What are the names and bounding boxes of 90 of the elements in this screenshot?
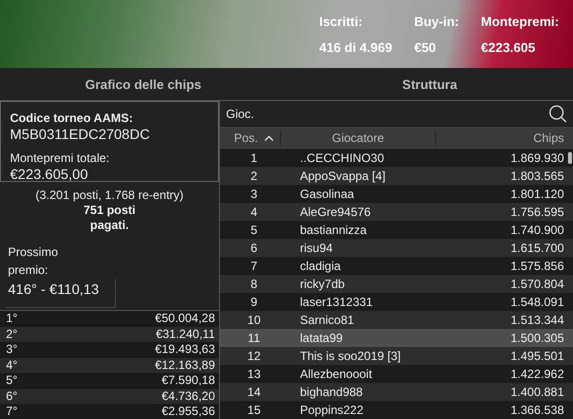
prize-amount: €2.955,36 bbox=[162, 404, 215, 419]
table-cell-text: 7 bbox=[250, 258, 258, 275]
table-cell-text: AleGre94576 bbox=[299, 204, 372, 221]
table-cell-text: bastiannizza bbox=[299, 222, 368, 239]
table-cell-text: Poppins222 bbox=[299, 402, 364, 419]
table-cell-text: cladigia bbox=[299, 258, 342, 275]
prize-place: 3° bbox=[6, 342, 18, 358]
next-prize-label: Prossimo premio: bbox=[8, 244, 60, 279]
column-header[interactable]: Giocatore bbox=[280, 131, 436, 146]
prize-place: 7° bbox=[6, 404, 18, 419]
places-note: (3.201 posti, 1.768 re-entry) bbox=[34, 188, 185, 203]
stat-label: Iscritti: bbox=[319, 14, 364, 29]
table-cell-text: 12 bbox=[246, 348, 262, 365]
caret-icon[interactable] bbox=[264, 135, 274, 142]
table-cell-text: 1.575.856 bbox=[510, 258, 565, 275]
table-cell-text: 1.548.091 bbox=[510, 294, 565, 311]
table-cell-text: 6 bbox=[250, 240, 258, 257]
tab[interactable]: Grafico delle chips bbox=[0, 68, 286, 100]
table-cell-text: 1.400.881 bbox=[510, 384, 565, 401]
prize-place: 2° bbox=[6, 326, 18, 342]
prize-amount: €50.004,28 bbox=[154, 311, 215, 326]
table-cell-text: This is soo2019 [3] bbox=[299, 348, 402, 365]
table-row[interactable]: 10 Sarnico81 1.513.344 bbox=[220, 311, 573, 329]
table-cell-text: 1.803.565 bbox=[510, 168, 565, 185]
table-cell-text: 9 bbox=[250, 294, 258, 311]
prize-amount: €12.163,89 bbox=[154, 358, 215, 373]
prize-amount: €31.240,11 bbox=[156, 326, 215, 342]
table-cell-text: 1.495.501 bbox=[510, 348, 565, 365]
table-cell-text: latata99 bbox=[299, 330, 344, 347]
table-cell-text: 5 bbox=[250, 222, 258, 239]
prize-place: 6° bbox=[6, 388, 18, 404]
table-cell-text: 1.869.930 bbox=[510, 150, 565, 167]
prize-amount: €4.736,20 bbox=[162, 388, 215, 404]
table-cell-text: 1.570.804 bbox=[510, 276, 565, 293]
table-row[interactable]: 12 This is soo2019 [3] 1.495.501 bbox=[220, 347, 573, 365]
table-cell-text: laser1312331 bbox=[299, 294, 374, 311]
table-cell-text: 10 bbox=[246, 312, 262, 329]
prize-place: 4° bbox=[6, 358, 18, 373]
table-cell-text: 13 bbox=[246, 366, 262, 383]
table-cell-text: AppoSvappa [4] bbox=[299, 168, 386, 185]
prize-place: 5° bbox=[6, 373, 18, 388]
prize-label: Montepremi totale: bbox=[10, 151, 110, 165]
table-cell-text: 15 bbox=[246, 402, 262, 419]
table-cell-text: 1.801.120 bbox=[510, 186, 565, 203]
stat-label: Buy-in: bbox=[414, 14, 459, 29]
paid-places: 751 posti pagati. bbox=[82, 203, 137, 233]
table-cell-text: 1.366.538 bbox=[510, 402, 565, 419]
table-cell-text: 11 bbox=[246, 330, 262, 347]
scrollbar-thumb[interactable] bbox=[568, 152, 572, 164]
tournament-code: M5B0311EDC2708DC bbox=[10, 126, 151, 142]
table-cell-text: bighand988 bbox=[299, 384, 364, 401]
table-row[interactable]: 8 ricky7db 1.570.804 bbox=[220, 275, 573, 293]
search-field[interactable]: Gioc. bbox=[220, 101, 573, 128]
table-cell-text: 1.615.700 bbox=[510, 240, 565, 257]
stat-value: €50 bbox=[414, 40, 437, 55]
prize-amount: €7.590,18 bbox=[162, 373, 215, 388]
table-row[interactable]: 6 risu94 1.615.700 bbox=[220, 239, 573, 257]
stat-value: 416 di 4.969 bbox=[319, 40, 392, 55]
table-cell-text: ..CECCHINO30 bbox=[299, 150, 386, 167]
code-label: Codice torneo AAMS: bbox=[10, 111, 134, 125]
tab[interactable]: Struttura bbox=[286, 68, 573, 100]
prize-place: 1° bbox=[6, 311, 18, 326]
table-cell-text: ricky7db bbox=[299, 276, 346, 293]
table-cell-text: 14 bbox=[246, 384, 262, 401]
table-cell-text: 1.513.344 bbox=[510, 312, 565, 329]
table-cell-text: 8 bbox=[250, 276, 258, 293]
table-row[interactable]: 11 latata99 1.500.305 bbox=[220, 329, 573, 347]
next-prize-value: 416° - €110,13 bbox=[6, 279, 116, 308]
table-cell-text: 1 bbox=[250, 150, 258, 167]
table-cell-text: risu94 bbox=[299, 240, 334, 257]
stat-label: Montepremi: bbox=[481, 14, 559, 29]
prize-total: €223.605,00 bbox=[10, 166, 89, 182]
column-header[interactable]: Pos. bbox=[220, 131, 272, 146]
table-cell-text: 1.740.900 bbox=[510, 222, 565, 239]
table-cell-text: 4 bbox=[250, 204, 258, 221]
prize-amount: €19.493,63 bbox=[154, 342, 215, 358]
table-row[interactable]: 2 AppoSvappa [4] 1.803.565 bbox=[220, 167, 573, 185]
table-cell-text: Allezbenoooit bbox=[299, 366, 374, 383]
table-cell-text: 2 bbox=[250, 168, 258, 185]
table-row[interactable]: 4 AleGre94576 1.756.595 bbox=[220, 203, 573, 221]
table-cell-text: 3 bbox=[250, 186, 258, 203]
table-cell-text: 1.422.962 bbox=[510, 366, 565, 383]
stat-value: €223.605 bbox=[481, 40, 536, 55]
table-cell-text: Sarnico81 bbox=[299, 312, 356, 329]
column-header[interactable]: Chips bbox=[436, 131, 566, 146]
table-cell-text: 1.500.305 bbox=[510, 330, 565, 347]
table-cell-text: Gasolinaa bbox=[299, 186, 356, 203]
table-row[interactable]: 14 bighand988 1.400.881 bbox=[220, 383, 573, 401]
search-icon[interactable] bbox=[549, 104, 567, 123]
table-cell-text: 1.756.595 bbox=[510, 204, 565, 221]
